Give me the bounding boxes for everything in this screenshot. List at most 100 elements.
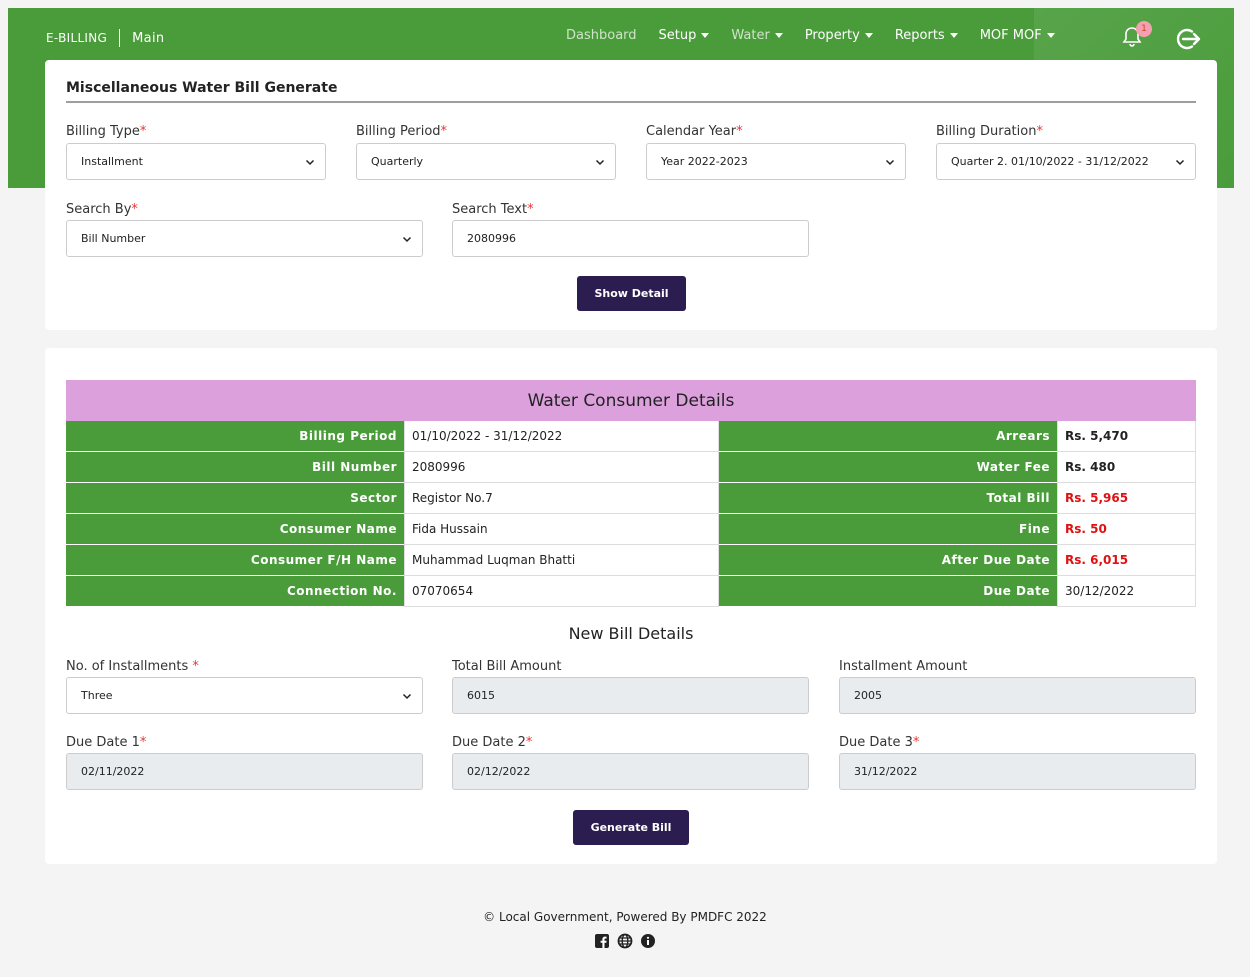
nav-setup[interactable]: Setup [659,28,710,43]
row-label: Consumer F/H Name [66,545,404,576]
billing-type-label: Billing Type* [66,124,147,139]
installments-value: Three [81,689,113,702]
due-date-3-value: 31/12/2022 [854,765,918,778]
caret-down-icon [1046,33,1055,38]
nav-dashboard-label: Dashboard [566,28,637,43]
due-date-1-label: Due Date 1* [66,735,147,750]
nav-reports-label: Reports [894,28,945,43]
main-menu: Dashboard Setup Water Property Reports M… [566,28,1077,43]
nav-dashboard[interactable]: Dashboard [566,28,637,43]
row-value: 01/10/2022 - 31/12/2022 [404,421,719,452]
brand-section[interactable]: Main [132,31,164,46]
installment-amount-value: 2005 [854,689,882,702]
info-icon[interactable] [640,933,656,949]
chevron-down-icon [885,159,895,166]
total-bill-amount-label: Total Bill Amount [452,659,562,674]
billing-duration-label: Billing Duration* [936,124,1043,139]
billing-period-value: Quarterly [371,155,424,168]
installments-select[interactable]: Three [66,677,423,714]
search-text-input[interactable]: 2080996 [452,220,809,257]
caret-down-icon [949,33,958,38]
due-date-1-field[interactable]: 02/11/2022 [66,753,423,790]
nav-property-label: Property [804,28,860,43]
billing-duration-select[interactable]: Quarter 2. 01/10/2022 - 31/12/2022 [936,143,1196,180]
row-label: Billing Period [66,421,404,452]
form-title: Miscellaneous Water Bill Generate [66,80,338,96]
generate-bill-button[interactable]: Generate Bill [573,810,689,845]
nav-water-label: Water [731,28,770,43]
caret-down-icon [864,33,873,38]
row-value: Rs. 5,965 [1057,483,1196,514]
row-value: Rs. 5,470 [1057,421,1196,452]
billing-period-select[interactable]: Quarterly [356,143,616,180]
row-value: Fida Hussain [404,514,719,545]
billing-type-value: Installment [81,155,143,168]
calendar-year-select[interactable]: Year 2022-2023 [646,143,906,180]
row-value: Registor No.7 [404,483,719,514]
notification-badge: 1 [1136,21,1152,37]
chevron-down-icon [402,693,412,700]
globe-icon[interactable] [617,933,633,949]
billing-period-label: Billing Period* [356,124,448,139]
billing-duration-value: Quarter 2. 01/10/2022 - 31/12/2022 [951,155,1149,168]
chevron-down-icon [402,236,412,243]
chevron-down-icon [1175,159,1185,166]
installments-label: No. of Installments * [66,659,199,674]
caret-down-icon [701,33,710,38]
row-label: Arrears [719,421,1057,452]
billing-type-select[interactable]: Installment [66,143,326,180]
row-value: 30/12/2022 [1057,576,1196,607]
search-text-label: Search Text* [452,202,534,217]
due-date-2-label: Due Date 2* [452,735,533,750]
row-value: 07070654 [404,576,719,607]
nav-user-label: MOF MOF [979,28,1042,43]
row-label: Fine [719,514,1057,545]
row-value: 2080996 [404,452,719,483]
nav-user-menu[interactable]: MOF MOF [980,28,1055,43]
brand-name[interactable]: E-BILLING [46,31,107,45]
nav-property[interactable]: Property [805,28,873,43]
due-date-3-label: Due Date 3* [839,735,920,750]
calendar-year-label: Calendar Year* [646,124,743,139]
consumer-details-card: Water Consumer Details Billing Period 01… [45,348,1217,864]
due-date-1-value: 02/11/2022 [81,765,145,778]
nav-water[interactable]: Water [731,28,783,43]
due-date-2-value: 02/12/2022 [467,765,531,778]
row-label: Bill Number [66,452,404,483]
row-label: Total Bill [719,483,1057,514]
installment-amount-field: 2005 [839,677,1196,714]
row-label: Consumer Name [66,514,404,545]
brand-divider [119,29,121,47]
search-by-value: Bill Number [81,232,146,245]
row-label: Water Fee [719,452,1057,483]
title-divider [66,101,1196,103]
calendar-year-value: Year 2022-2023 [661,155,748,168]
nav-reports[interactable]: Reports [895,28,958,43]
search-by-label: Search By* [66,202,138,217]
installment-amount-label: Installment Amount [839,659,968,674]
due-date-2-field[interactable]: 02/12/2022 [452,753,809,790]
facebook-icon[interactable] [594,933,610,949]
due-date-3-field[interactable]: 31/12/2022 [839,753,1196,790]
total-bill-amount-value: 6015 [467,689,495,702]
row-label: Due Date [719,576,1057,607]
footer-icons [594,933,663,949]
caret-down-icon [774,33,783,38]
row-value: Rs. 6,015 [1057,545,1196,576]
nav-setup-label: Setup [658,28,697,43]
bill-generate-form: Miscellaneous Water Bill Generate Billin… [45,60,1217,330]
row-value: Rs. 480 [1057,452,1196,483]
logout-icon[interactable] [1174,26,1202,52]
footer-text: © Local Government, Powered By PMDFC 202… [483,910,767,924]
top-navbar: E-BILLING Main Dashboard Setup Water Pro… [8,8,1234,66]
chevron-down-icon [595,159,605,166]
row-value: Rs. 50 [1057,514,1196,545]
brand: E-BILLING Main [46,29,164,47]
show-detail-button[interactable]: Show Detail [577,276,686,311]
row-label: Sector [66,483,404,514]
consumer-details-title: Water Consumer Details [66,380,1196,421]
row-label: Connection No. [66,576,404,607]
search-by-select[interactable]: Bill Number [66,220,423,257]
search-text-value: 2080996 [467,232,516,245]
row-value: Muhammad Luqman Bhatti [404,545,719,576]
